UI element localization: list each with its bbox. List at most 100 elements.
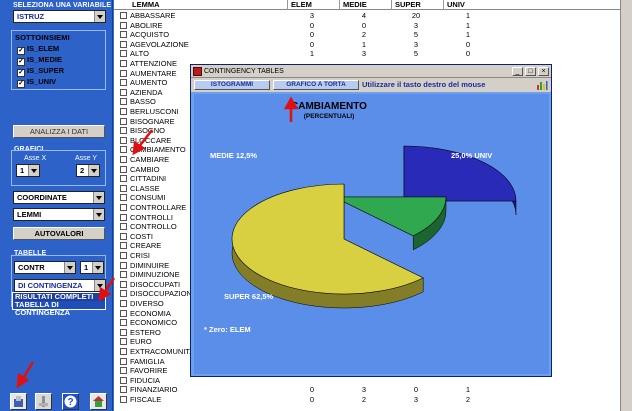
subset-super-checkbox[interactable]: ✓ IS_SUPER [17, 65, 64, 77]
cell-value: 0 [465, 49, 471, 59]
row-checkbox[interactable] [120, 357, 127, 365]
table-row[interactable]: FIDUCIA [114, 376, 620, 385]
row-checkbox[interactable] [120, 127, 127, 135]
lemmi-select[interactable]: LEMMI [13, 208, 105, 221]
col-univ[interactable]: UNIV [443, 0, 495, 10]
axis-y-select[interactable]: 2 [76, 164, 100, 177]
row-checkbox[interactable] [120, 60, 127, 67]
row-checkbox[interactable] [120, 88, 127, 96]
row-checkbox[interactable] [120, 146, 127, 154]
row-checkbox[interactable] [120, 175, 127, 183]
row-checkbox[interactable] [120, 12, 127, 19]
row-checkbox[interactable] [120, 136, 127, 144]
col-elem[interactable]: ELEM [287, 0, 339, 10]
chevron-down-icon[interactable] [93, 192, 104, 203]
row-checkbox[interactable] [120, 98, 127, 106]
subset-medie-checkbox[interactable]: ✓ IS_MEDIE [17, 54, 62, 66]
row-checkbox[interactable] [120, 117, 127, 125]
tables-select[interactable]: CONTR [14, 261, 76, 274]
row-checkbox[interactable] [120, 271, 127, 279]
maximize-icon[interactable]: □ [525, 67, 536, 76]
chevron-down-icon[interactable] [28, 165, 39, 176]
row-checkbox[interactable] [120, 223, 127, 231]
row-checkbox[interactable] [120, 300, 127, 307]
row-checkbox[interactable] [120, 367, 127, 375]
table-row[interactable]: ALTO 1 3 5 0 [114, 49, 620, 58]
chevron-down-icon[interactable] [93, 209, 104, 220]
tab-pie-chart[interactable]: GRAFICO A TORTA [273, 80, 359, 90]
table-row[interactable]: ABOLIRE 0 0 3 1 [114, 21, 620, 30]
table-tool-icon[interactable] [10, 393, 27, 410]
cell-lemma: CITTADINI [130, 174, 167, 184]
col-lemma[interactable]: LEMMA [114, 0, 287, 10]
row-checkbox[interactable] [120, 319, 127, 327]
cell-lemma: ATTENZIONE [130, 59, 177, 68]
scrollbar[interactable] [620, 0, 632, 411]
contingency-dialog: CONTINGENCY TABLES _ □ × ISTOGRAMMI GRAF… [190, 64, 552, 377]
row-checkbox[interactable] [120, 31, 127, 39]
row-checkbox[interactable] [120, 108, 127, 115]
row-checkbox[interactable] [120, 184, 127, 192]
cell-value: 3 [309, 11, 315, 20]
row-checkbox[interactable] [120, 348, 127, 355]
row-checkbox[interactable] [120, 232, 127, 240]
edit-tool-icon[interactable] [35, 393, 52, 410]
row-checkbox[interactable] [120, 396, 127, 403]
analyze-button[interactable]: ANALIZZA I DATI [13, 125, 105, 138]
autovalori-button[interactable]: AUTOVALORI [13, 227, 105, 240]
dialog-titlebar[interactable]: CONTINGENCY TABLES _ □ × [191, 65, 551, 78]
table-row[interactable]: ACQUISTO 0 2 5 1 [114, 30, 620, 39]
minimize-icon[interactable]: _ [512, 67, 523, 76]
row-checkbox[interactable] [120, 280, 127, 288]
row-checkbox[interactable] [120, 156, 127, 163]
chevron-down-icon[interactable] [88, 165, 99, 176]
table-type-select[interactable]: DI CONTINGENZA [14, 279, 106, 292]
row-checkbox[interactable] [120, 386, 127, 394]
cell-lemma: AUMENTARE [130, 68, 177, 78]
row-checkbox[interactable] [120, 40, 127, 48]
tab-histograms[interactable]: ISTOGRAMMI [194, 80, 270, 90]
chevron-down-icon[interactable] [92, 262, 103, 273]
table-row[interactable]: FINANZIARIO 0 3 0 1 [114, 385, 620, 394]
subset-univ-checkbox[interactable]: ✓ IS_UNIV [17, 76, 56, 88]
col-medie[interactable]: MEDIE [339, 0, 391, 10]
cell-value: 2 [361, 395, 367, 404]
row-checkbox[interactable] [120, 165, 127, 173]
tables-num-select[interactable]: 1 [80, 261, 104, 274]
row-checkbox[interactable] [120, 309, 127, 317]
row-checkbox[interactable] [120, 376, 127, 384]
chevron-down-icon[interactable] [64, 262, 75, 273]
subset-elem-checkbox[interactable]: ✓ IS_ELEM [17, 43, 59, 55]
close-icon[interactable]: × [538, 67, 549, 76]
table-row[interactable]: ABBASSARE 3 4 20 1 [114, 11, 620, 20]
table-row[interactable]: AGEVOLAZIONE 0 1 3 0 [114, 40, 620, 49]
cell-value: 0 [309, 385, 315, 395]
row-checkbox[interactable] [120, 21, 127, 29]
row-checkbox[interactable] [120, 50, 127, 58]
chevron-down-icon[interactable] [94, 11, 105, 22]
row-checkbox[interactable] [120, 194, 127, 202]
row-checkbox[interactable] [120, 79, 127, 87]
row-checkbox[interactable] [120, 69, 127, 77]
dropdown-option[interactable]: TABELLA DI CONTINGENZA [13, 301, 105, 317]
cell-lemma: FAVORIRE [130, 366, 168, 376]
row-checkbox[interactable] [120, 261, 127, 269]
row-checkbox[interactable] [120, 213, 127, 221]
table-row[interactable]: FISCALE 0 2 3 2 [114, 395, 620, 404]
row-checkbox[interactable] [120, 252, 127, 259]
row-checkbox[interactable] [120, 242, 127, 250]
chart-icon[interactable] [536, 79, 548, 91]
row-checkbox[interactable] [120, 204, 127, 211]
home-icon[interactable] [90, 393, 107, 410]
help-icon[interactable]: ? [62, 393, 79, 410]
row-checkbox[interactable] [120, 290, 127, 298]
variable-select[interactable]: ISTRUZ [13, 10, 106, 23]
cell-value: 0 [361, 20, 367, 30]
col-super[interactable]: SUPER [391, 0, 443, 10]
row-checkbox[interactable] [120, 328, 127, 336]
row-checkbox[interactable] [120, 338, 127, 346]
chevron-down-icon[interactable] [94, 280, 105, 291]
axis-x-select[interactable]: 1 [16, 164, 40, 177]
subsets-title: SOTTOINSIEMI [15, 33, 70, 42]
coordinates-select[interactable]: COORDINATE [13, 191, 105, 204]
